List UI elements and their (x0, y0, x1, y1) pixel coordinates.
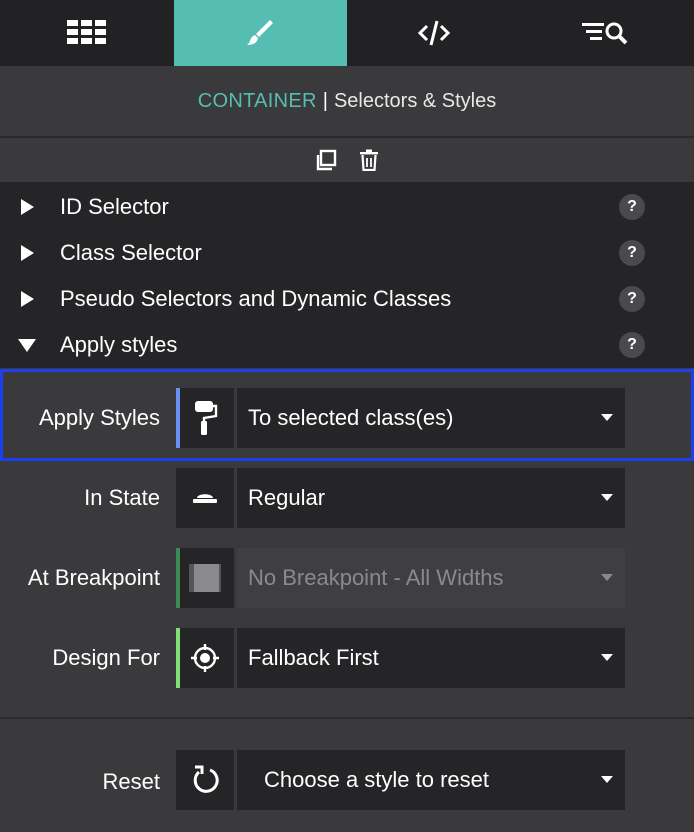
panel-header: CONTAINER | Selectors & Styles (0, 66, 694, 136)
crosshair-icon (191, 644, 219, 672)
paint-roller-icon (195, 401, 218, 435)
accordion-label: Pseudo Selectors and Dynamic Classes (60, 286, 452, 311)
design-for-select[interactable]: Fallback First (237, 628, 625, 688)
design-for-row: Design For Fallback First (0, 628, 694, 688)
at-breakpoint-row: At Breakpoint No Breakpoint - All Widths (0, 548, 694, 608)
accordion-label: ID Selector (60, 194, 169, 219)
in-state-row: In State Regular (0, 468, 694, 528)
in-state-label: In State (84, 485, 160, 510)
apply-styles-icon-box[interactable] (176, 388, 234, 448)
state-icon (193, 494, 217, 503)
code-icon (417, 20, 450, 46)
apply-styles-row: Apply Styles To selected class(es) (0, 388, 694, 448)
in-state-select[interactable]: Regular (237, 468, 625, 528)
breakpoint-icon (189, 564, 221, 592)
caret-down-icon (601, 574, 613, 581)
accent-strip (176, 548, 180, 608)
caret-down-icon (601, 776, 613, 783)
help-icon[interactable]: ? (619, 286, 645, 312)
accordion-id-selector[interactable]: ID Selector ? (0, 184, 694, 230)
in-state-icon-box[interactable] (176, 468, 234, 528)
help-icon[interactable]: ? (619, 332, 645, 358)
grid-icon (66, 20, 106, 44)
reset-row: Reset Choose a style to reset (0, 750, 694, 810)
caret-down-icon (601, 654, 613, 661)
select-value: Regular (248, 485, 326, 510)
reset-icon-box[interactable] (176, 750, 234, 810)
panel-title: Selectors & Styles (333, 89, 497, 112)
header-separator: | (322, 89, 328, 112)
trash-icon[interactable] (359, 149, 379, 171)
selector-accordion: ID Selector ? Class Selector ? Pseudo Se… (0, 182, 694, 368)
help-icon[interactable]: ? (619, 194, 645, 220)
at-breakpoint-icon-box (176, 548, 234, 608)
accordion-apply-styles[interactable]: Apply styles ? (0, 322, 694, 368)
tab-navigator[interactable] (521, 0, 694, 66)
design-for-icon-box[interactable] (176, 628, 234, 688)
select-value: No Breakpoint - All Widths (248, 565, 504, 590)
apply-styles-label: Apply Styles (38, 405, 160, 430)
accent-strip (176, 628, 180, 688)
caret-down-icon (601, 414, 613, 421)
paintbrush-icon (247, 20, 274, 45)
triangle-right-icon (21, 199, 34, 215)
at-breakpoint-label: At Breakpoint (27, 565, 160, 590)
accordion-class-selector[interactable]: Class Selector ? (0, 230, 694, 276)
accordion-label: Apply styles (60, 332, 178, 357)
select-value: Fallback First (248, 645, 379, 670)
search-list-icon (582, 22, 628, 45)
context-label: CONTAINER (197, 89, 317, 112)
triangle-right-icon (21, 291, 34, 307)
triangle-down-icon (18, 339, 36, 352)
caret-down-icon (601, 494, 613, 501)
apply-styles-select[interactable]: To selected class(es) (237, 388, 625, 448)
select-value: Choose a style to reset (264, 767, 490, 792)
selector-toolbar (0, 138, 694, 182)
tab-code[interactable] (347, 0, 521, 66)
reset-select[interactable]: Choose a style to reset (237, 750, 625, 810)
design-for-label: Design For (52, 645, 160, 670)
accordion-label: Class Selector (60, 240, 202, 265)
at-breakpoint-select: No Breakpoint - All Widths (237, 548, 625, 608)
help-icon[interactable]: ? (619, 240, 645, 266)
tab-styles[interactable] (173, 0, 347, 66)
reset-label: Reset (102, 769, 160, 794)
tab-bar (0, 0, 694, 66)
duplicate-icon[interactable] (315, 149, 337, 171)
accent-strip (176, 388, 180, 448)
triangle-right-icon (21, 245, 34, 261)
accordion-pseudo-selectors[interactable]: Pseudo Selectors and Dynamic Classes ? (0, 276, 694, 322)
select-value: To selected class(es) (248, 405, 454, 430)
divider (0, 717, 694, 719)
tab-layout[interactable] (0, 0, 174, 66)
reset-icon (193, 765, 219, 793)
